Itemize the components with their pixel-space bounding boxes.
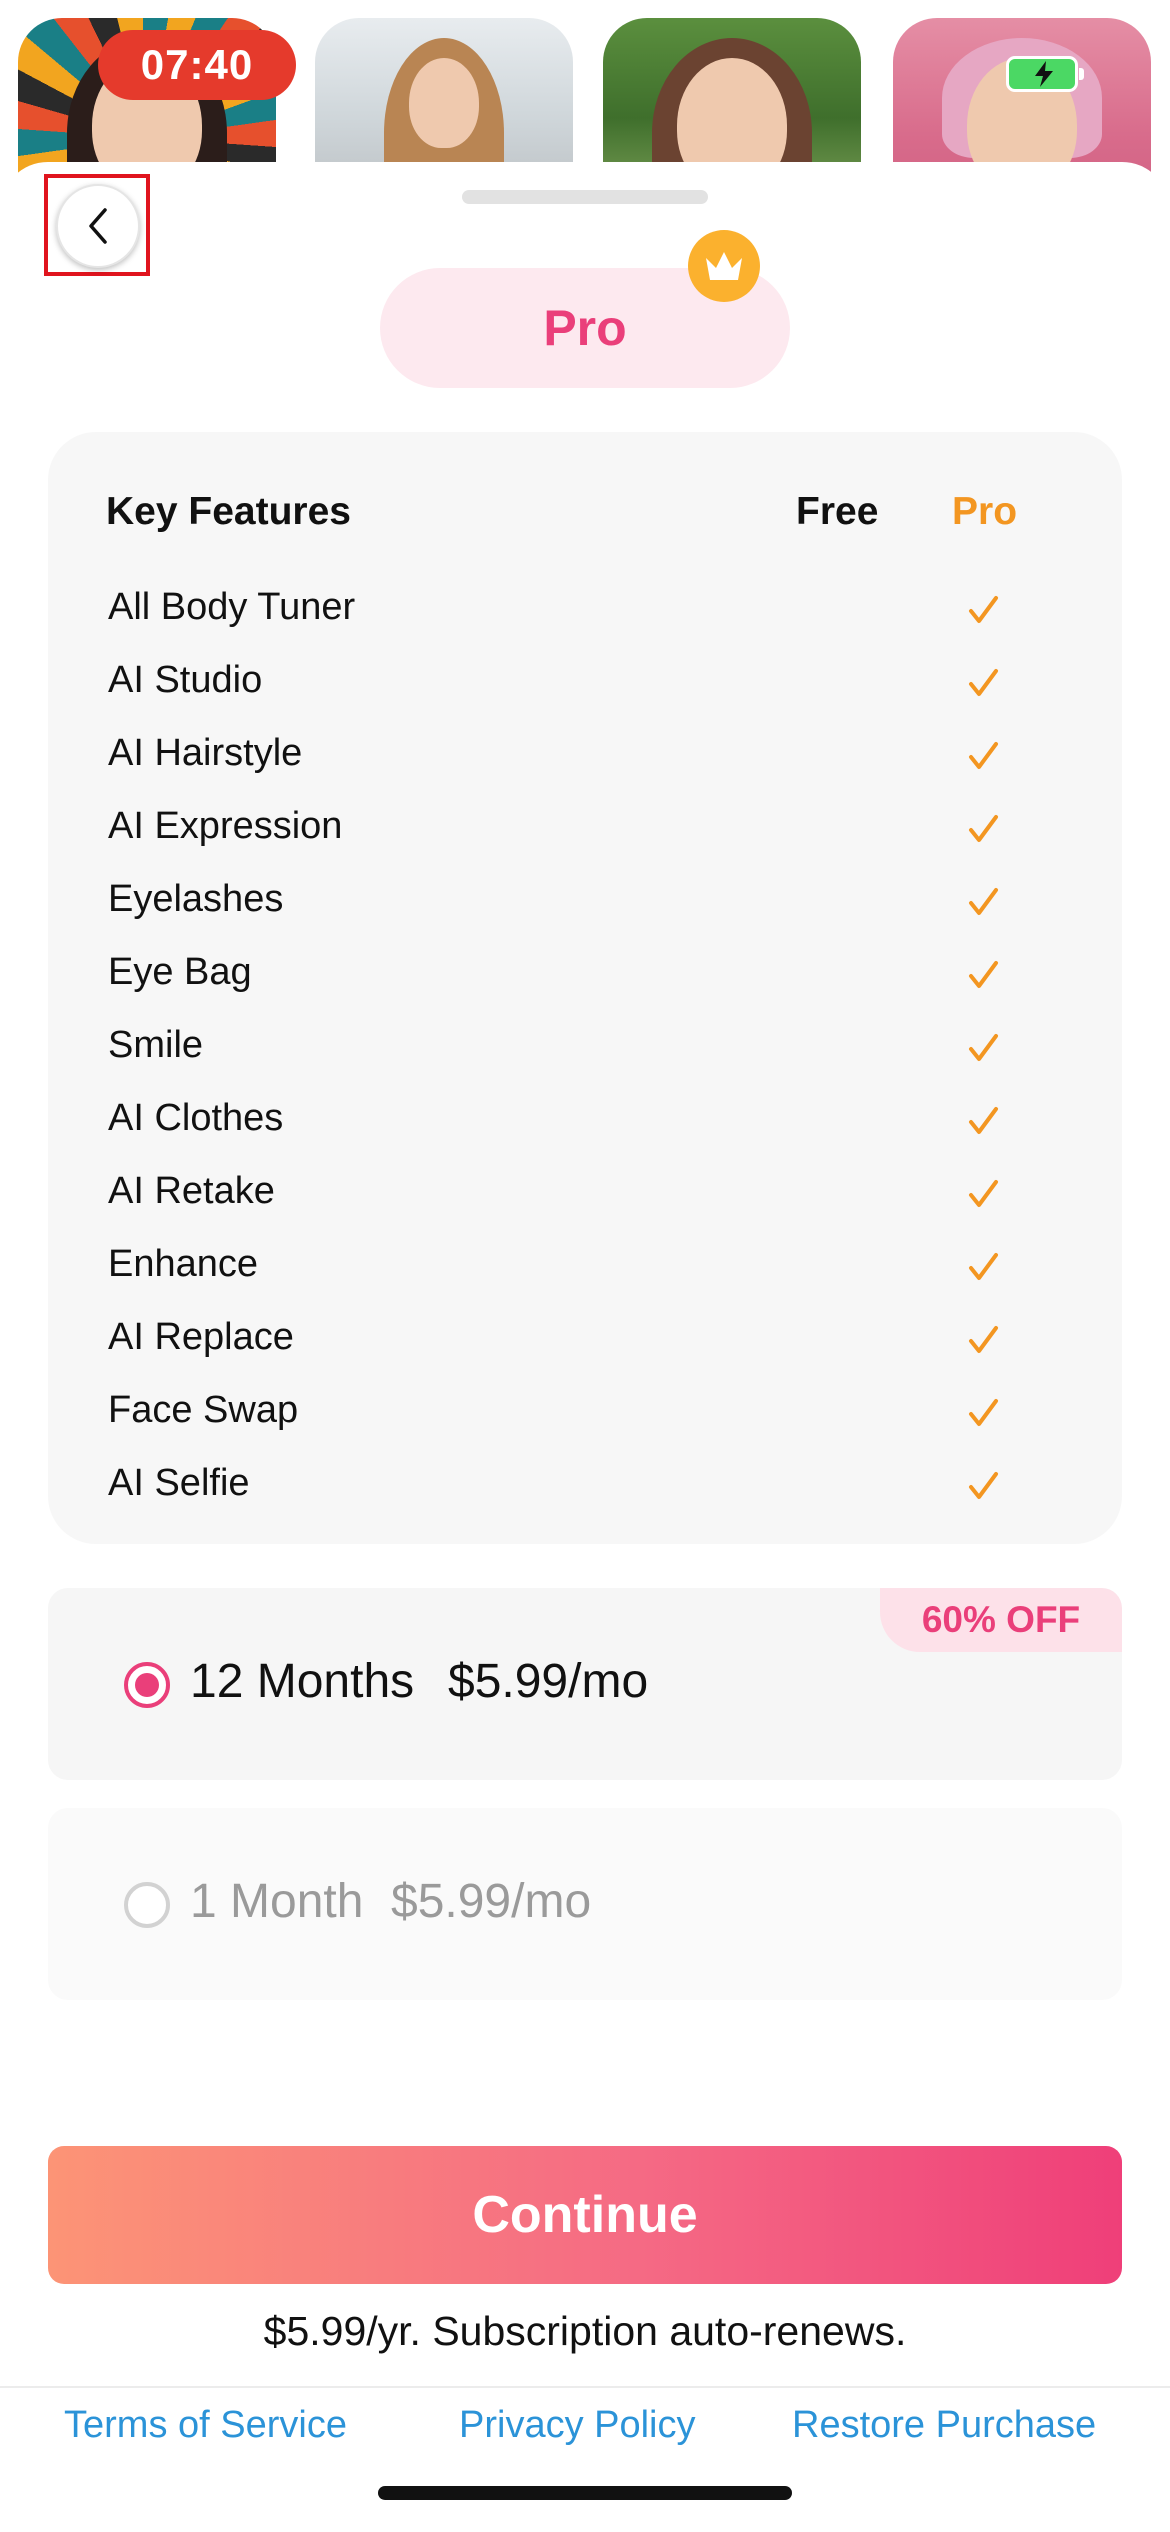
feature-name: Face Swap bbox=[108, 1389, 299, 1431]
feature-row: AI Hairstyle bbox=[48, 720, 1122, 793]
plan-term: 1 Month bbox=[190, 1875, 364, 1928]
crown-icon bbox=[688, 230, 760, 302]
feature-name: AI Studio bbox=[108, 659, 263, 701]
feature-row: AI Selfie bbox=[48, 1450, 1122, 1523]
checkmark-icon bbox=[969, 742, 998, 769]
features-comparison-card: Key Features Free Pro All Body Tuner AI S… bbox=[48, 432, 1122, 1544]
free-column-heading: Free bbox=[796, 490, 879, 533]
plan-price: $5.99/mo bbox=[448, 1655, 649, 1708]
checkmark-icon bbox=[969, 1107, 998, 1134]
feature-row: AI Studio bbox=[48, 647, 1122, 720]
continue-button[interactable]: Continue bbox=[48, 2146, 1122, 2284]
discount-badge: 60% OFF bbox=[880, 1588, 1122, 1652]
feature-name: Eye Bag bbox=[108, 951, 252, 993]
feature-row: Eyelashes bbox=[48, 866, 1122, 939]
feature-name: Smile bbox=[108, 1024, 204, 1066]
checkmark-icon bbox=[969, 815, 998, 842]
status-time: 07:40 bbox=[98, 30, 296, 100]
features-list[interactable]: All Body Tuner AI Studio AI Hairstyle AI Ex… bbox=[48, 574, 1122, 1523]
features-header: Key Features Free Pro bbox=[48, 432, 1122, 572]
feature-name: AI Retake bbox=[108, 1170, 275, 1212]
feature-row: Face Swap bbox=[48, 1377, 1122, 1450]
privacy-link[interactable]: Privacy Policy bbox=[459, 2404, 696, 2447]
plan-term: 12 Months bbox=[190, 1655, 415, 1708]
feature-name: AI Selfie bbox=[108, 1462, 250, 1504]
terms-link[interactable]: Terms of Service bbox=[64, 2404, 347, 2447]
feature-name: Eyelashes bbox=[108, 878, 284, 920]
renewal-note: $5.99/yr. Subscription auto-renews. bbox=[263, 2308, 907, 2354]
checkmark-icon bbox=[969, 1472, 998, 1499]
checkmark-icon bbox=[969, 1326, 998, 1353]
feature-name: AI Clothes bbox=[108, 1097, 284, 1139]
checkmark-icon bbox=[969, 888, 998, 915]
restore-purchase-link[interactable]: Restore Purchase bbox=[792, 2404, 1096, 2447]
feature-row: AI Expression bbox=[48, 793, 1122, 866]
feature-row: AI Replace bbox=[48, 1304, 1122, 1377]
radio-selected[interactable] bbox=[124, 1662, 170, 1708]
footer-divider bbox=[0, 2386, 1170, 2388]
checkmark-icon bbox=[969, 961, 998, 988]
feature-name: AI Expression bbox=[108, 805, 343, 847]
plan-option-1-month[interactable]: 1 Month $5.99/mo bbox=[48, 1808, 1122, 2000]
home-indicator bbox=[378, 2486, 792, 2500]
paywall-screen: 07:40 Pro Key Features Free Pro All Body… bbox=[0, 0, 1170, 2532]
feature-name: Enhance bbox=[108, 1243, 259, 1285]
plan-price: $5.99/mo bbox=[391, 1875, 592, 1928]
pro-column-heading: Pro bbox=[952, 490, 1018, 533]
key-features-heading: Key Features bbox=[106, 490, 351, 533]
feature-row: Eye Bag bbox=[48, 939, 1122, 1012]
feature-row: Smile bbox=[48, 1012, 1122, 1085]
feature-row: Enhance bbox=[48, 1231, 1122, 1304]
feature-row: All Body Tuner bbox=[48, 574, 1122, 647]
plan-option-12-months[interactable]: 12 Months $5.99/mo 60% OFF bbox=[48, 1588, 1122, 1780]
back-button[interactable] bbox=[56, 184, 140, 268]
feature-row: AI Clothes bbox=[48, 1085, 1122, 1158]
feature-row: AI Retake bbox=[48, 1158, 1122, 1231]
checkmark-icon bbox=[969, 1399, 998, 1426]
checkmark-icon bbox=[969, 1180, 998, 1207]
checkmark-icon bbox=[969, 669, 998, 696]
checkmark-icon bbox=[969, 596, 998, 623]
radio-unselected[interactable] bbox=[124, 1882, 170, 1928]
checkmark-icon bbox=[969, 1034, 998, 1061]
feature-name: AI Replace bbox=[108, 1316, 294, 1358]
sheet-grabber[interactable] bbox=[462, 190, 708, 204]
feature-name: AI Hairstyle bbox=[108, 732, 303, 774]
battery-charging-icon bbox=[1006, 56, 1084, 92]
checkmark-icon bbox=[969, 1253, 998, 1280]
feature-name: All Body Tuner bbox=[108, 586, 356, 628]
chevron-left-icon bbox=[89, 208, 107, 244]
